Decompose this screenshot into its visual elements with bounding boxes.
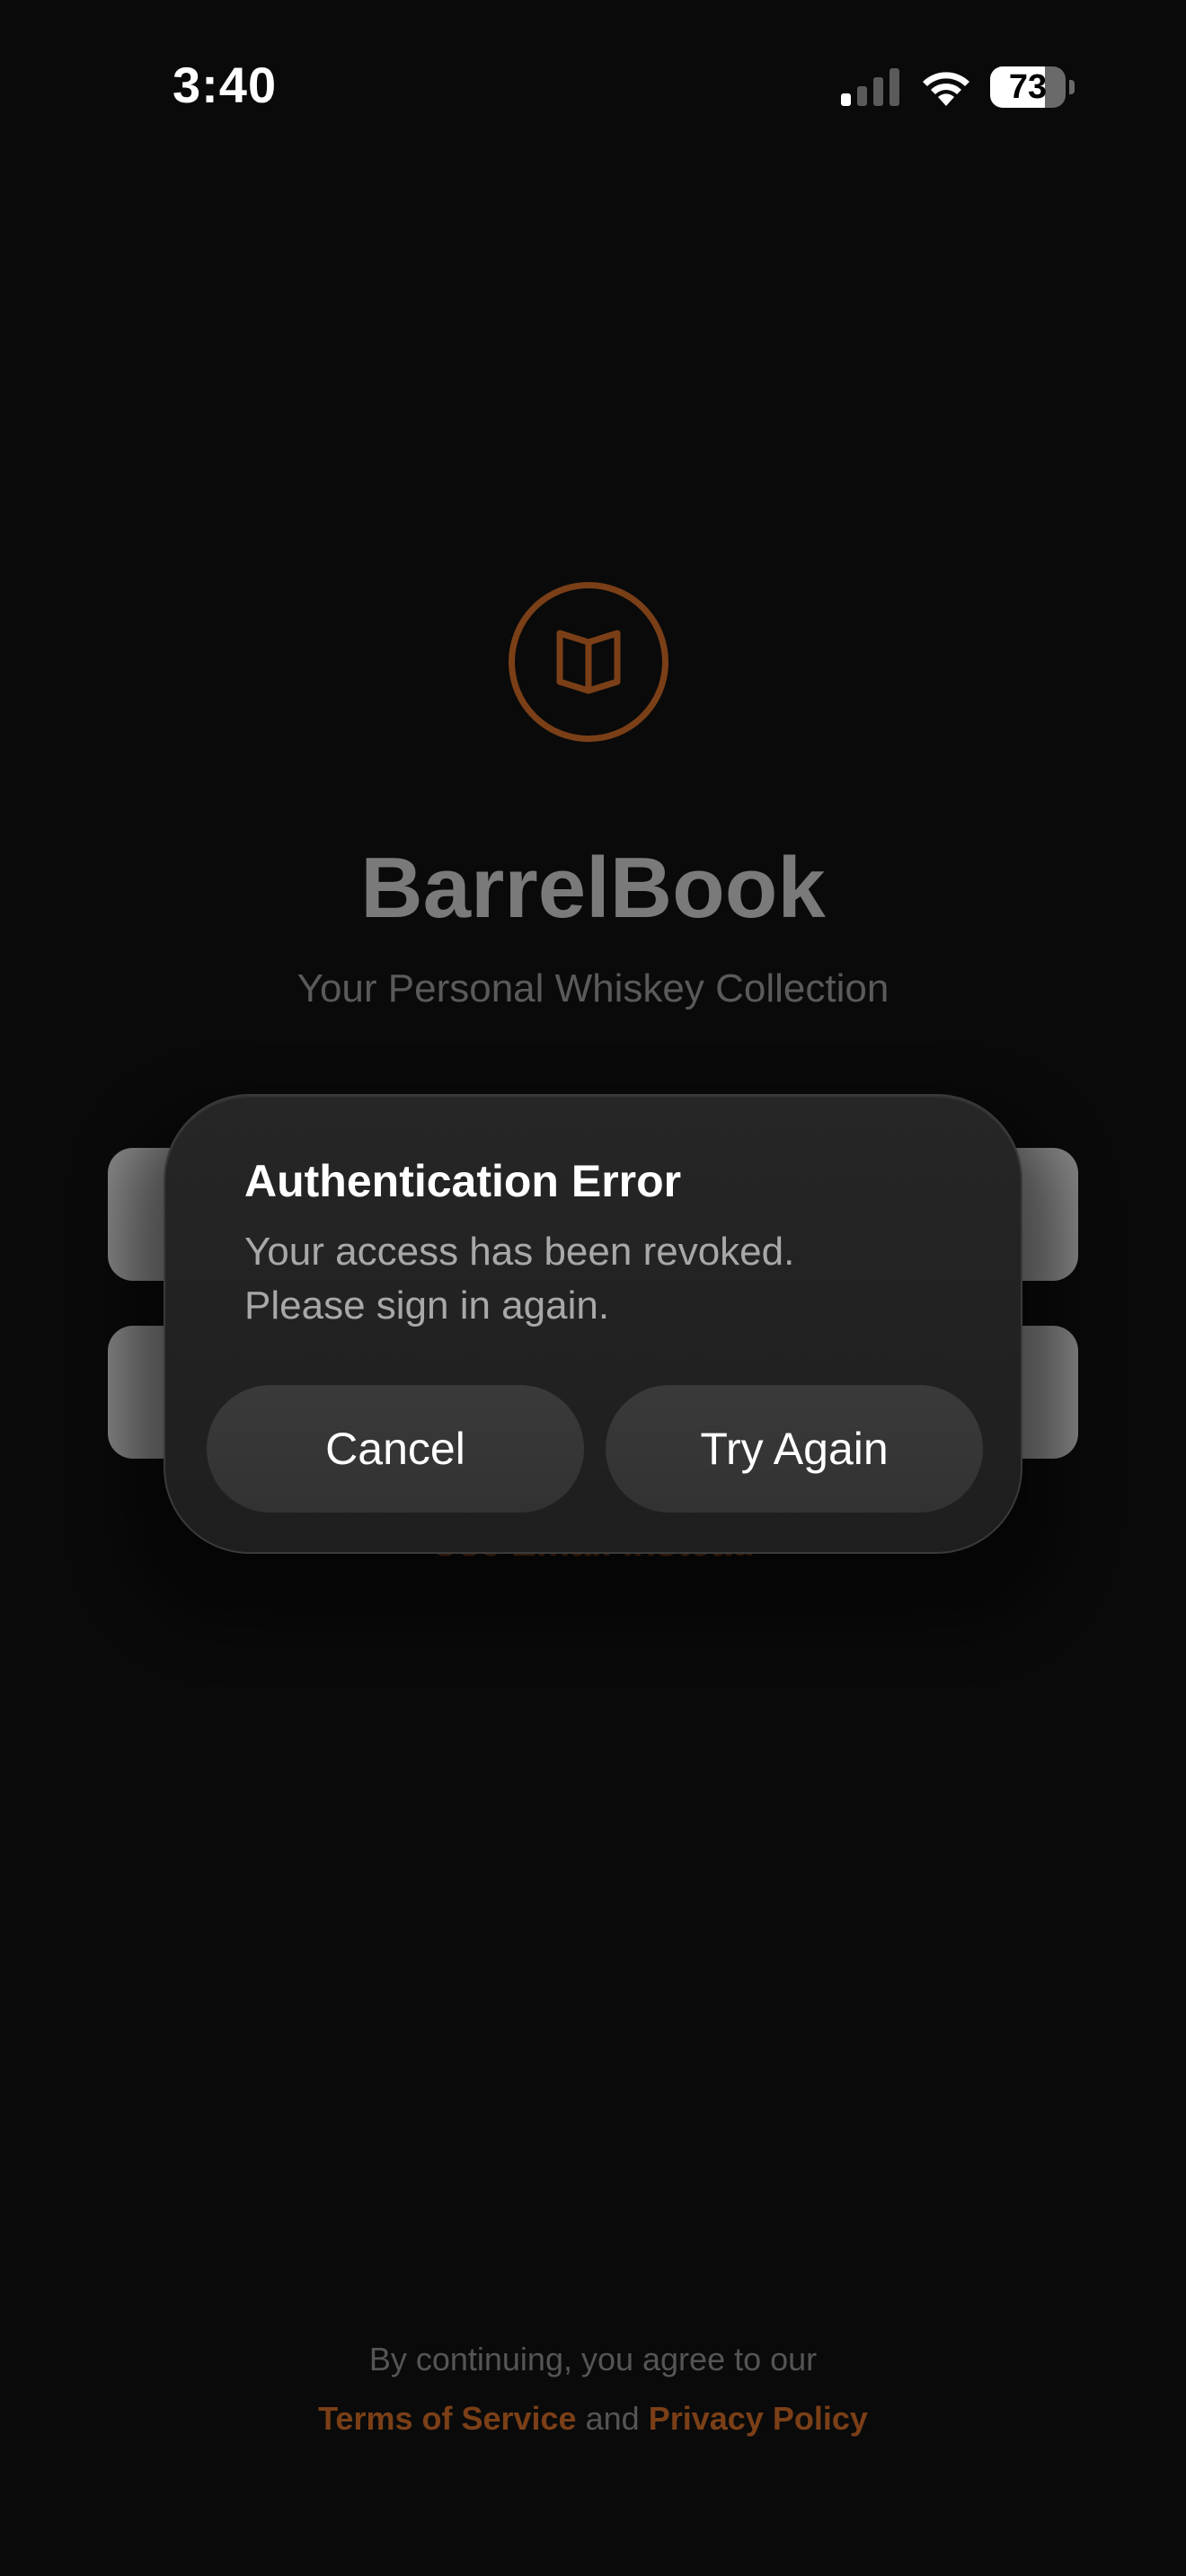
screen: 3:40 73 BarrelBook Your Personal Whiskey… — [0, 0, 1186, 2576]
alert-dialog: Authentication Error Your access has bee… — [164, 1094, 1022, 1554]
terms-of-service-link[interactable]: Terms of Service — [318, 2400, 576, 2437]
try-again-button[interactable]: Try Again — [606, 1385, 983, 1513]
privacy-policy-link[interactable]: Privacy Policy — [649, 2400, 868, 2437]
footer-and-text: and — [585, 2400, 640, 2437]
footer-agreement-text: By continuing, you agree to our — [368, 2341, 818, 2378]
alert-message-line: Your access has been revoked. — [244, 1230, 795, 1274]
alert-message: Your access has been revoked. Please sig… — [244, 1225, 963, 1333]
cancel-button[interactable]: Cancel — [207, 1385, 584, 1513]
alert-title: Authentication Error — [244, 1156, 682, 1206]
alert-message-line: Please sign in again. — [244, 1284, 610, 1328]
footer-links: Terms of Service and Privacy Policy — [0, 2400, 1186, 2438]
